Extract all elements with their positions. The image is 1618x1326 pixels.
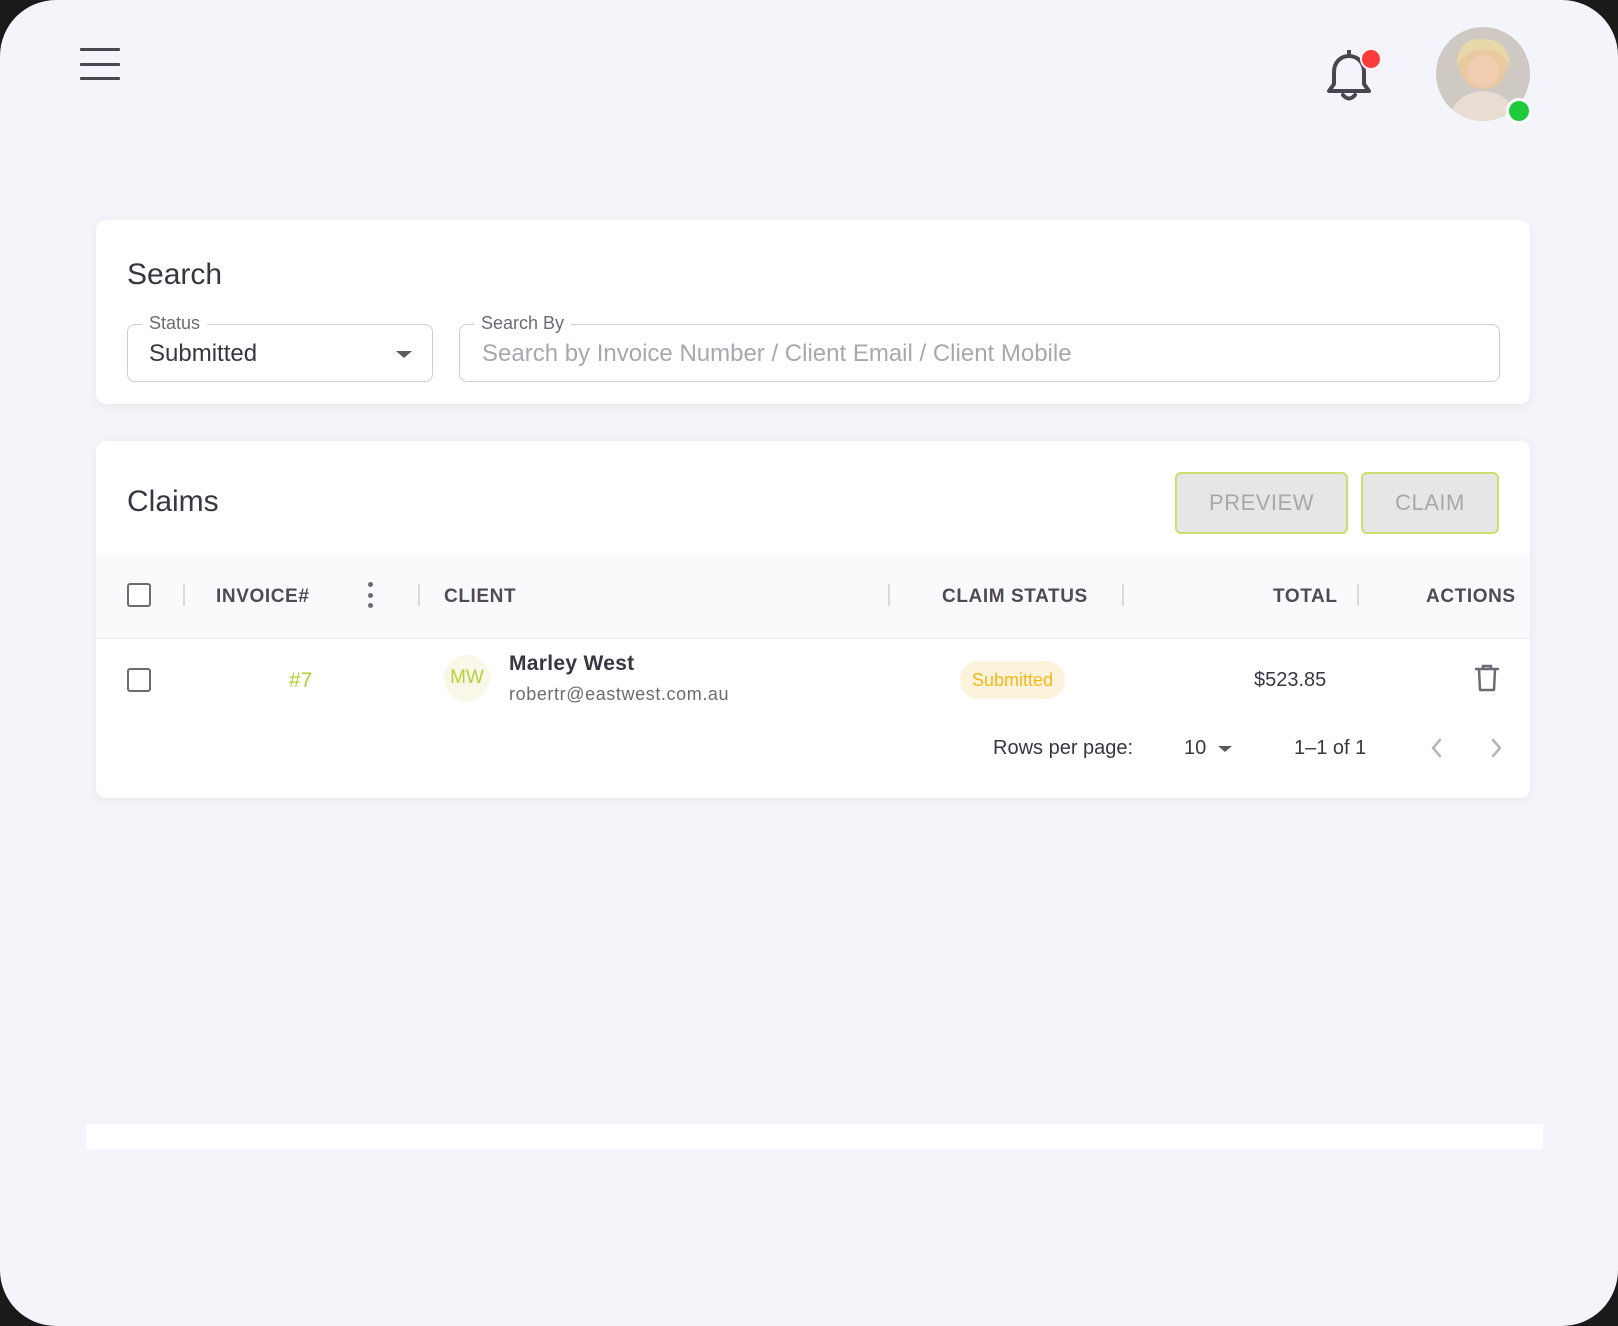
column-separator[interactable] xyxy=(418,584,420,606)
search-input[interactable] xyxy=(480,333,1474,375)
status-value: Submitted xyxy=(149,340,258,367)
invoice-link[interactable]: #7 xyxy=(289,669,312,693)
column-separator[interactable] xyxy=(1122,584,1124,606)
chevron-right-icon xyxy=(1491,738,1502,758)
status-badge: Submitted xyxy=(960,661,1066,699)
column-menu-icon[interactable] xyxy=(366,582,374,608)
preview-button[interactable]: PREVIEW xyxy=(1175,472,1348,534)
search-title: Search xyxy=(127,258,223,291)
column-separator[interactable] xyxy=(888,584,890,606)
previous-page-button[interactable] xyxy=(1426,735,1448,761)
footer-bar xyxy=(86,1124,1543,1149)
search-by-field[interactable]: Search By xyxy=(459,313,1500,382)
column-header-claim-status[interactable]: CLAIM STATUS xyxy=(942,586,1088,608)
search-card: Search Status Submitted Search By xyxy=(96,220,1530,404)
pagination-range: 1–1 of 1 xyxy=(1294,737,1367,759)
claims-card: Claims PREVIEW CLAIM INVOICE# CLIENT CLA… xyxy=(96,441,1530,798)
online-status-indicator xyxy=(1506,98,1532,124)
table-header: INVOICE# CLIENT CLAIM STATUS TOTAL ACTIO… xyxy=(96,554,1530,639)
rows-per-page-value: 10 xyxy=(1184,737,1207,759)
rows-per-page-label: Rows per page: xyxy=(993,737,1134,759)
dropdown-arrow-icon xyxy=(396,351,412,358)
trash-icon xyxy=(1474,664,1500,692)
app-frame: Search Status Submitted Search By Claims… xyxy=(0,0,1618,1326)
search-by-label: Search By xyxy=(474,313,572,334)
rows-per-page-select[interactable]: 10 xyxy=(1184,737,1233,760)
client-name: Marley West xyxy=(509,652,635,675)
claims-title: Claims xyxy=(127,485,219,518)
column-separator[interactable] xyxy=(1357,584,1359,606)
delete-button[interactable] xyxy=(1474,663,1500,693)
column-header-client[interactable]: CLIENT xyxy=(444,586,516,608)
row-total: $523.85 xyxy=(1254,669,1327,691)
column-separator[interactable] xyxy=(183,584,185,606)
notification-badge xyxy=(1360,48,1382,70)
column-header-invoice[interactable]: INVOICE# xyxy=(216,586,310,608)
column-header-actions: ACTIONS xyxy=(1426,586,1516,607)
dropdown-arrow-icon xyxy=(1218,745,1233,752)
status-select[interactable]: Status Submitted xyxy=(127,313,433,382)
column-header-total[interactable]: TOTAL xyxy=(1273,586,1338,608)
row-checkbox[interactable] xyxy=(127,668,151,692)
table-row[interactable]: #7 MW Marley West robertr@eastwest.com.a… xyxy=(96,639,1530,721)
chevron-left-icon xyxy=(1431,738,1442,758)
notification-button[interactable] xyxy=(1324,48,1382,104)
status-label: Status xyxy=(142,313,208,334)
client-email: robertr@eastwest.com.au xyxy=(509,684,730,704)
next-page-button[interactable] xyxy=(1485,735,1507,761)
claim-button[interactable]: CLAIM xyxy=(1361,472,1499,534)
client-avatar: MW xyxy=(444,655,490,701)
select-all-checkbox[interactable] xyxy=(127,583,151,607)
hamburger-menu-icon[interactable] xyxy=(80,48,122,80)
